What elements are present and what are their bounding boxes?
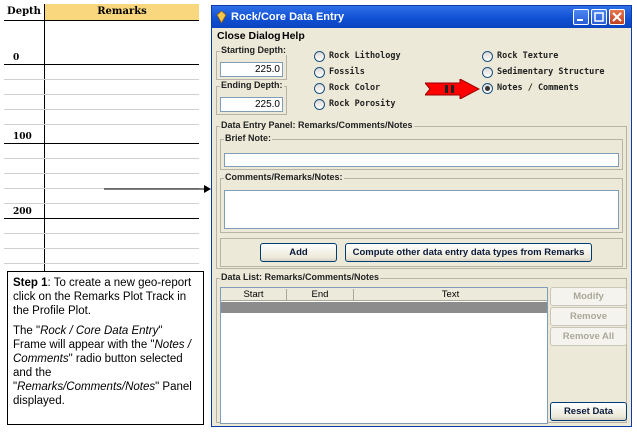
depth-label-100: 100 bbox=[13, 132, 32, 142]
starting-depth-group: Starting Depth: 225.0 bbox=[216, 45, 287, 80]
menu-help[interactable]: Help bbox=[282, 30, 305, 42]
radio-circle bbox=[482, 51, 493, 62]
comments-textarea[interactable] bbox=[224, 190, 619, 229]
data-entry-panel-title: Data Entry Panel: Remarks/Comments/Notes bbox=[220, 120, 414, 130]
depth-label-0: 0 bbox=[13, 53, 20, 63]
radio-circle bbox=[482, 67, 493, 78]
pointer-arrow bbox=[104, 185, 211, 193]
radio-label: Rock Lithology bbox=[329, 51, 401, 61]
radio-label: Fossils bbox=[329, 67, 365, 77]
remarks-plot-track[interactable] bbox=[45, 22, 199, 274]
frame-name: Rock / Core Data Entry bbox=[40, 325, 159, 337]
radio-label: Sedimentary Structure bbox=[497, 67, 605, 77]
rock-core-data-entry-window: Rock/Core Data Entry Close Dialog Help S… bbox=[211, 5, 632, 427]
depth-label-200: 200 bbox=[13, 207, 32, 217]
minimize-icon bbox=[577, 19, 583, 21]
depth-column-header: Depth bbox=[4, 4, 44, 21]
panel-name: Remarks/Comments/Notes bbox=[17, 381, 156, 393]
title-bar[interactable]: Rock/Core Data Entry bbox=[212, 6, 631, 28]
starting-depth-label: Starting Depth: bbox=[220, 45, 287, 55]
data-list-panel-title: Data List: Remarks/Comments/Notes bbox=[220, 272, 381, 282]
instruction-callout: Step 1: To create a new geo-report click… bbox=[7, 271, 204, 425]
radio-label: Rock Texture bbox=[497, 51, 559, 61]
close-button[interactable] bbox=[609, 9, 625, 25]
remove-all-button[interactable]: Remove All bbox=[550, 327, 627, 346]
brief-note-label: Brief Note: bbox=[224, 133, 273, 143]
comments-group: Comments/Remarks/Notes: bbox=[220, 172, 623, 233]
step-label: Step 1 bbox=[13, 277, 48, 289]
menu-close-dialog[interactable]: Close Dialog bbox=[217, 30, 281, 42]
column-header-start[interactable]: Start bbox=[221, 289, 286, 300]
maximize-icon bbox=[594, 12, 604, 22]
radio-circle bbox=[314, 99, 325, 110]
starting-depth-field[interactable]: 225.0 bbox=[220, 62, 283, 77]
column-header-text[interactable]: Text bbox=[354, 289, 547, 300]
app-icon bbox=[216, 11, 227, 23]
description-paragraph: The "Rock / Core Data Entry" Frame will … bbox=[13, 324, 198, 408]
radio-label: Rock Porosity bbox=[329, 99, 396, 109]
table-row-selected[interactable] bbox=[221, 302, 547, 313]
brief-note-group: Brief Note: bbox=[220, 133, 623, 170]
add-button[interactable]: Add bbox=[260, 243, 337, 262]
remove-button[interactable]: Remove bbox=[550, 307, 627, 326]
reset-data-button[interactable]: Reset Data bbox=[550, 402, 627, 421]
menu-bar: Close Dialog Help bbox=[212, 28, 631, 45]
brief-note-input[interactable] bbox=[224, 153, 619, 167]
radio-circle bbox=[314, 83, 325, 94]
minimize-button[interactable] bbox=[573, 9, 589, 25]
description-text: The " bbox=[13, 325, 41, 337]
modify-button[interactable]: Modify bbox=[550, 287, 627, 306]
comments-label: Comments/Remarks/Notes: bbox=[224, 172, 344, 182]
ending-depth-group: Ending Depth: 225.0 bbox=[216, 80, 287, 115]
data-entry-panel: Data Entry Panel: Remarks/Comments/Notes… bbox=[216, 120, 627, 269]
table-header: Start End Text bbox=[221, 288, 547, 301]
step-paragraph: Step 1: To create a new geo-report click… bbox=[13, 276, 198, 318]
ending-depth-field[interactable]: 225.0 bbox=[220, 97, 283, 112]
column-header-end[interactable]: End bbox=[287, 289, 353, 300]
maximize-button[interactable] bbox=[591, 9, 607, 25]
highlight-arrow-icon bbox=[425, 79, 480, 99]
radio-label: Notes / Comments bbox=[497, 83, 579, 93]
radio-circle bbox=[314, 67, 325, 78]
data-list-table[interactable]: Start End Text bbox=[220, 287, 548, 424]
compute-from-remarks-button[interactable]: Compute other data entry data types from… bbox=[345, 243, 592, 262]
remarks-track-header[interactable]: Remarks bbox=[45, 4, 199, 21]
window-title: Rock/Core Data Entry bbox=[231, 11, 345, 23]
entry-actions-group: Add Compute other data entry data types … bbox=[220, 238, 623, 267]
radio-circle bbox=[314, 51, 325, 62]
radio-circle-selected bbox=[482, 83, 493, 94]
ending-depth-label: Ending Depth: bbox=[220, 80, 284, 90]
radio-label: Rock Color bbox=[329, 83, 381, 93]
close-icon bbox=[612, 12, 622, 22]
